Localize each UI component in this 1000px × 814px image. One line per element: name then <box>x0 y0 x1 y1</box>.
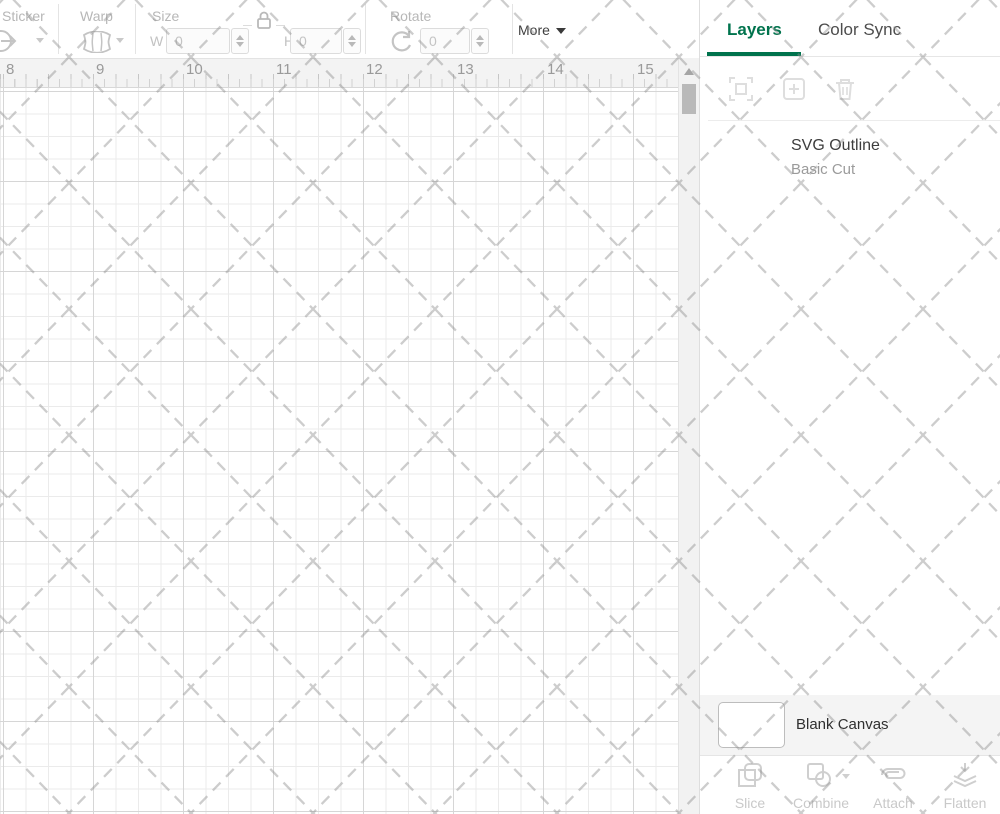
rotate-icon[interactable] <box>388 30 414 54</box>
blank-canvas-label: Blank Canvas <box>796 716 889 733</box>
ruler-number: 10 <box>186 61 203 78</box>
flatten-button[interactable]: Flatten <box>934 762 996 811</box>
tabs-bottom-border <box>700 56 1000 57</box>
layer-title: SVG Outline <box>791 137 880 155</box>
toolbar-divider <box>135 4 136 54</box>
combine-caret-icon <box>842 774 850 779</box>
sticker-icon[interactable] <box>0 28 22 54</box>
ruler-number: 9 <box>96 61 104 78</box>
duplicate-icon[interactable] <box>782 77 806 101</box>
rotate-section-label: Rotate <box>390 8 431 24</box>
group-icon[interactable] <box>728 76 754 102</box>
layer-thumbnail <box>755 140 779 185</box>
sticker-dropdown-caret[interactable] <box>36 38 44 43</box>
lock-connector-left <box>243 25 252 30</box>
more-caret-icon <box>556 28 566 34</box>
layer-subtitle: Basic Cut <box>791 161 855 178</box>
lock-aspect-icon[interactable] <box>254 10 274 30</box>
width-stepper[interactable] <box>231 28 249 54</box>
height-stepper[interactable] <box>343 28 361 54</box>
ruler-number: 13 <box>457 61 474 78</box>
ruler-number: 8 <box>6 61 14 78</box>
width-input[interactable] <box>166 28 230 54</box>
rotate-stepper[interactable] <box>471 28 489 54</box>
combine-icon <box>806 762 836 788</box>
ruler-number: 11 <box>276 61 292 78</box>
attach-button[interactable]: Attach <box>862 762 924 811</box>
ruler-number: 15 <box>637 61 654 78</box>
layer-row-svg-outline[interactable]: SVG Outline Basic Cut <box>700 130 1000 192</box>
slice-button[interactable]: Slice <box>719 762 781 811</box>
flatten-icon <box>951 762 979 788</box>
panel-divider <box>708 120 1000 121</box>
slice-icon <box>737 762 763 788</box>
toolbar-divider <box>365 4 366 54</box>
size-section-label: Size <box>152 8 179 24</box>
ruler-ticks <box>0 79 678 87</box>
lock-connector-right <box>276 25 285 30</box>
height-input[interactable] <box>290 28 342 54</box>
layers-panel: Layers Color Sync SVG Outline Bas <box>699 0 1000 814</box>
blank-canvas-thumbnail <box>718 702 785 748</box>
scroll-up-arrow-icon[interactable] <box>684 68 694 75</box>
design-canvas[interactable] <box>0 88 678 814</box>
mascot-artwork[interactable] <box>315 130 655 780</box>
warp-dropdown-caret[interactable] <box>116 38 124 43</box>
layer-tools-row <box>700 70 1000 110</box>
width-label: W <box>150 33 163 49</box>
warp-icon[interactable] <box>82 31 112 53</box>
more-button[interactable]: More <box>518 22 566 38</box>
warp-section-label: Warp <box>80 8 113 24</box>
cricut-design-space-app: 00 <box>0 0 1000 814</box>
tab-layers[interactable]: Layers <box>727 20 782 40</box>
scrollbar-thumb[interactable] <box>682 84 696 114</box>
bottom-action-bar: Slice Combine Attach <box>700 755 1000 814</box>
ruler-number: 14 <box>547 61 564 78</box>
top-toolbar: Sticker Warp Size W H Rotate <box>0 0 699 58</box>
toolbar-divider <box>512 4 513 54</box>
vertical-scrollbar <box>678 58 699 814</box>
ruler-number: 12 <box>366 61 383 78</box>
delete-icon[interactable] <box>833 77 857 101</box>
combine-button[interactable]: Combine <box>790 762 852 811</box>
horizontal-ruler: 8 9 10 11 12 13 14 15 <box>0 58 678 88</box>
blank-canvas-row[interactable]: Blank Canvas <box>700 695 1000 755</box>
toolbar-divider <box>58 4 59 54</box>
sticker-section-label: Sticker <box>2 8 45 24</box>
tab-color-sync[interactable]: Color Sync <box>818 20 901 40</box>
attach-icon <box>878 762 908 788</box>
rotate-input[interactable] <box>420 28 470 54</box>
